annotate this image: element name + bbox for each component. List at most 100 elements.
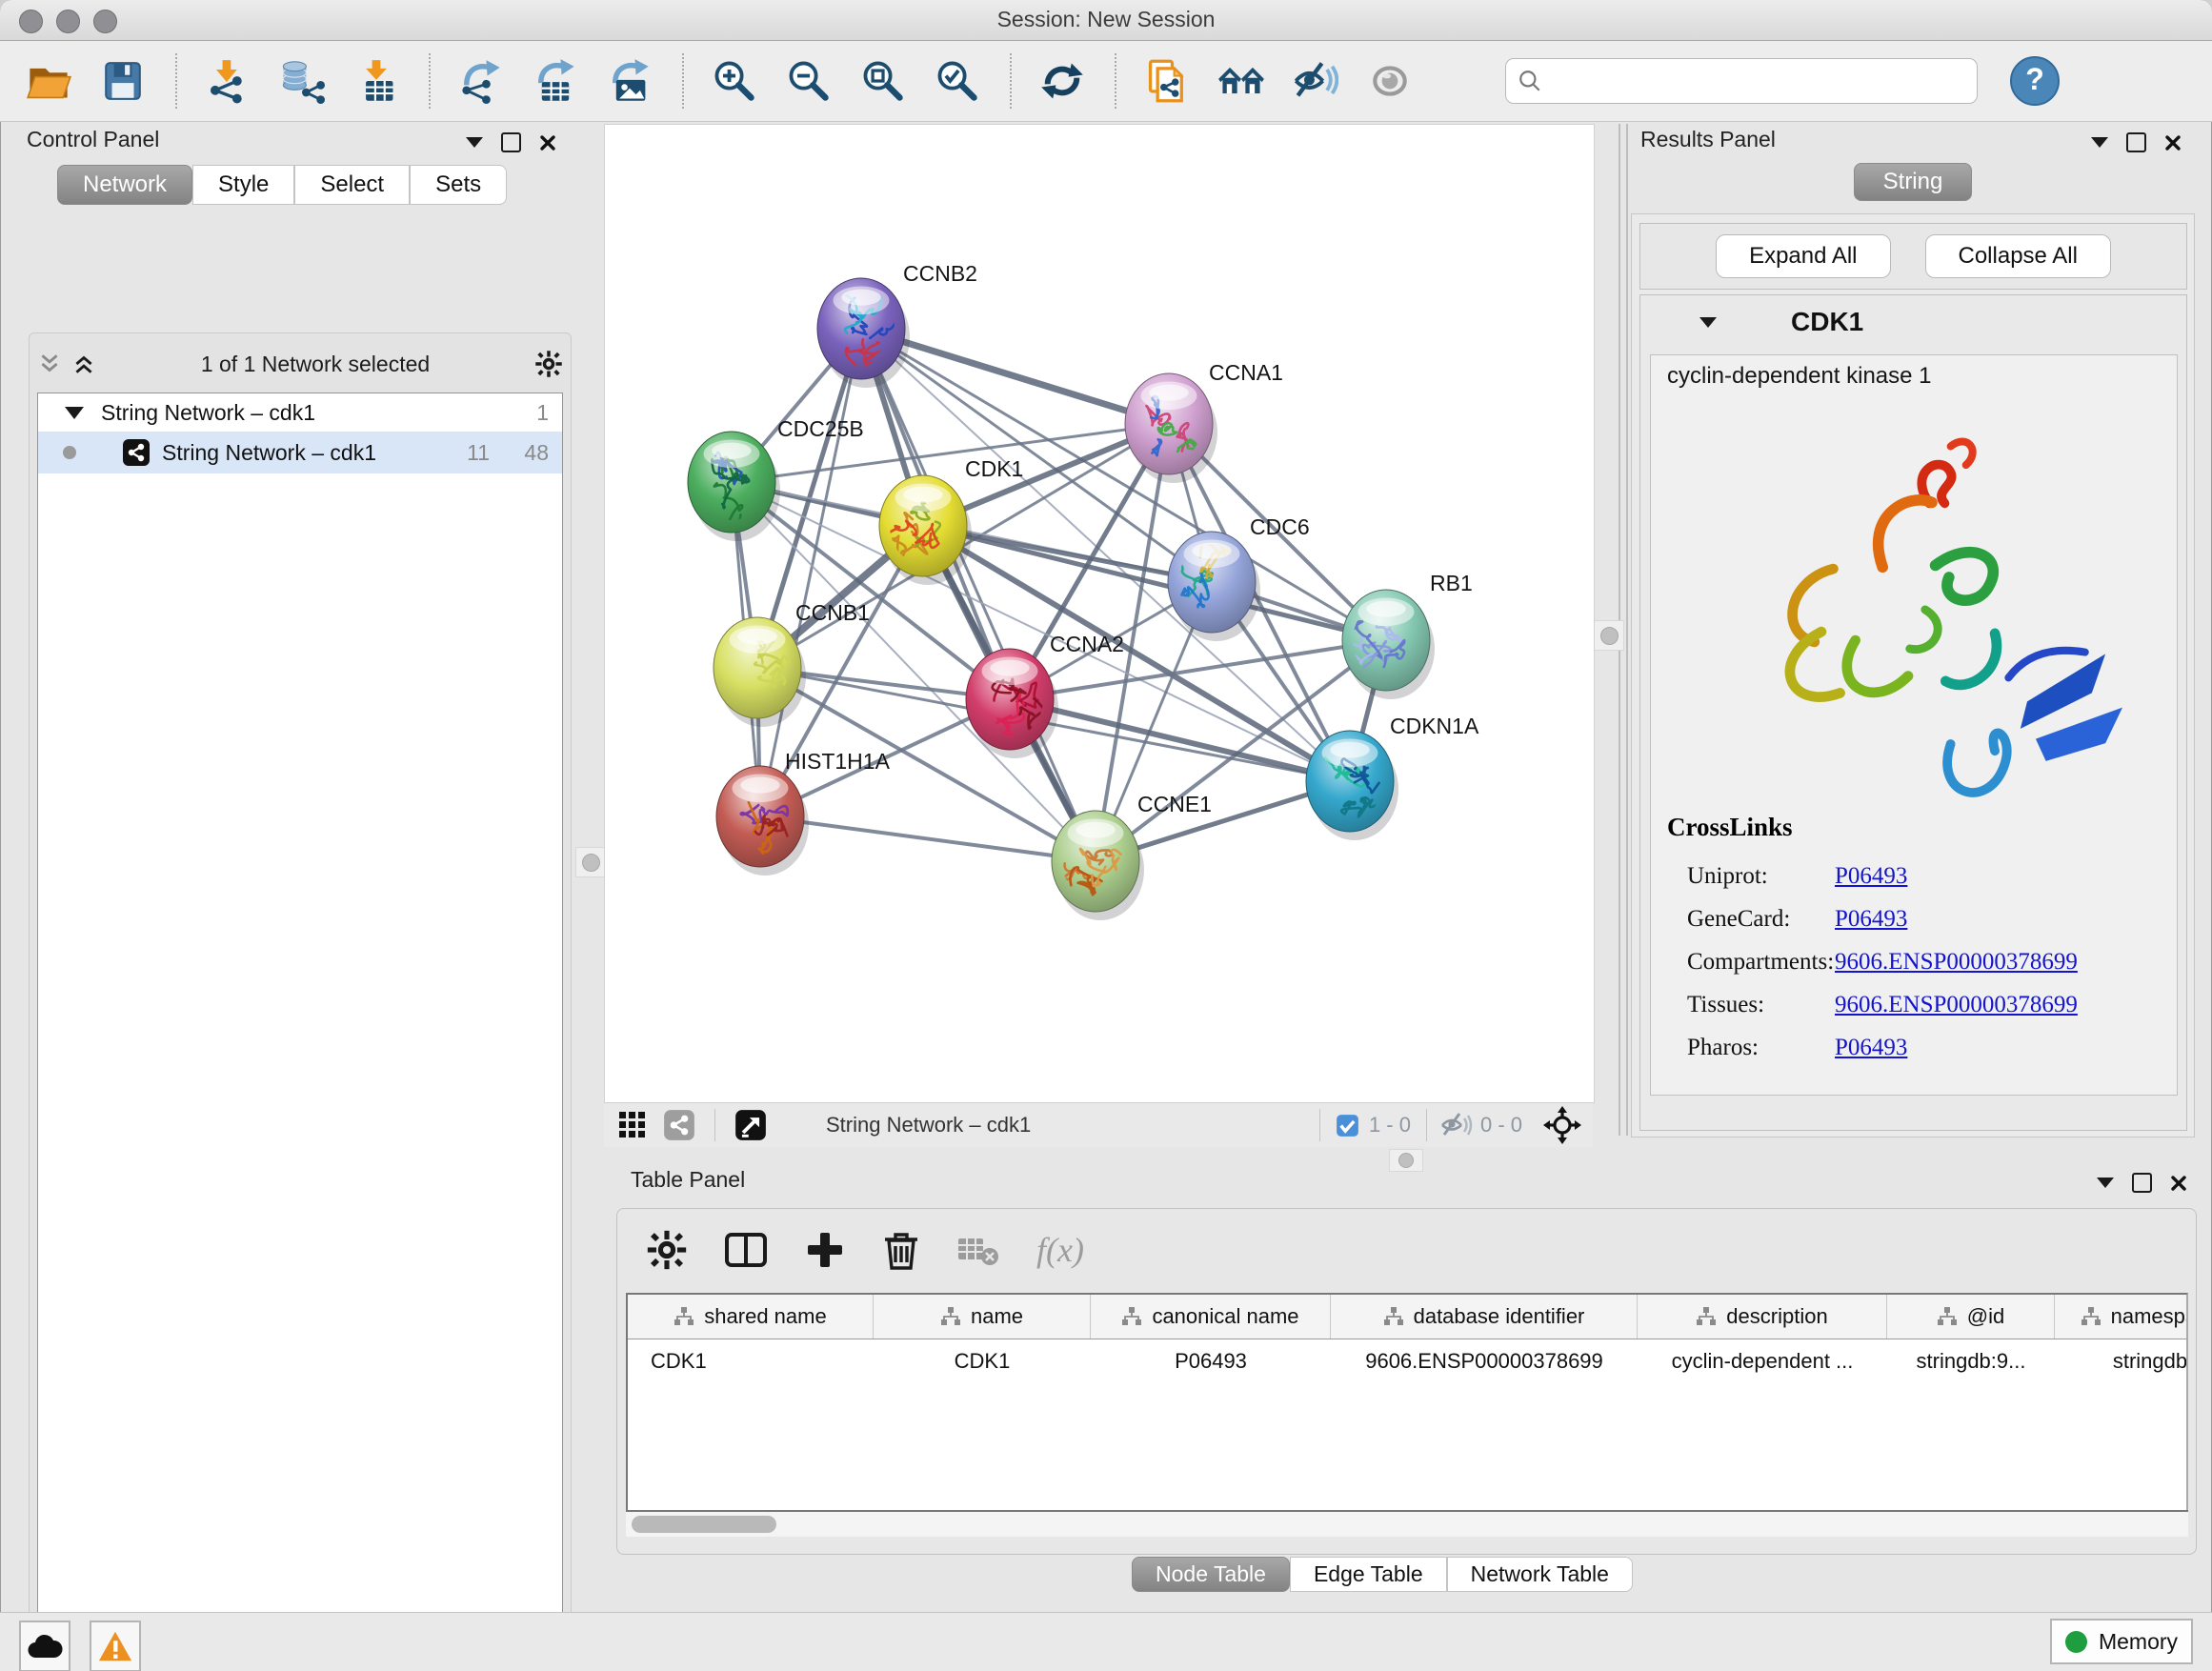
search-input[interactable]: [1550, 68, 1965, 94]
expand-all-button[interactable]: Expand All: [1716, 234, 1890, 278]
node-label-CDC6: CDC6: [1250, 514, 1310, 539]
node-label-CCNA2: CCNA2: [1050, 632, 1124, 656]
expand-all-icon[interactable]: [71, 352, 96, 376]
node-result-header[interactable]: CDK1: [1640, 295, 2186, 349]
column-header--id[interactable]: @id: [1887, 1295, 2055, 1339]
close-panel-icon[interactable]: [2164, 134, 2182, 151]
cloud-status-icon[interactable]: [19, 1621, 70, 1671]
scrollbar-thumb[interactable]: [632, 1516, 776, 1533]
apply-layout-icon[interactable]: [1038, 57, 1086, 105]
column-header-shared-name[interactable]: shared name: [628, 1295, 874, 1339]
crosslink-link[interactable]: 9606.ENSP00000378699: [1835, 949, 2078, 976]
hidden-eye-icon[interactable]: [1440, 1111, 1473, 1139]
selected-checkbox-icon[interactable]: [1336, 1114, 1359, 1137]
crosslink-link[interactable]: P06493: [1835, 1035, 1907, 1061]
network-edge-CCNA2-CDKN1A[interactable]: [1010, 699, 1350, 781]
export-table-icon[interactable]: [532, 57, 579, 105]
tab-select[interactable]: Select: [294, 165, 410, 205]
fit-selected-crosshair-icon[interactable]: [1543, 1106, 1581, 1144]
column-header-name[interactable]: name: [874, 1295, 1091, 1339]
crosslink-link[interactable]: P06493: [1835, 863, 1907, 890]
left-splitter-handle[interactable]: [575, 847, 606, 877]
hide-selected-icon[interactable]: [1292, 57, 1339, 105]
close-panel-icon[interactable]: [2170, 1175, 2187, 1192]
network-edge-HIST1H1A-CCNE1[interactable]: [760, 816, 1096, 861]
import-table-file-icon[interactable]: [352, 57, 400, 105]
grid-view-icon[interactable]: [617, 1110, 648, 1140]
crosslink-label: Compartments:: [1687, 949, 1835, 976]
zoom-fit-icon[interactable]: [859, 57, 907, 105]
network-node-CCNB2[interactable]: CCNB2: [817, 261, 977, 388]
network-tree: String Network – cdk1 1 String Network –…: [37, 393, 563, 1671]
close-panel-icon[interactable]: [539, 134, 556, 151]
zoom-in-icon[interactable]: [711, 57, 758, 105]
zoom-out-icon[interactable]: [785, 57, 833, 105]
save-session-icon[interactable]: [99, 57, 147, 105]
tab-string[interactable]: String: [1854, 163, 1973, 201]
network-list-panel: 1 of 1 Network selected String Network –…: [29, 332, 572, 1671]
network-view-icon[interactable]: [663, 1109, 695, 1141]
table-row[interactable]: CDK1CDK1P064939606.ENSP00000378699cyclin…: [628, 1339, 2186, 1383]
float-panel-icon[interactable]: [2132, 1173, 2152, 1193]
new-network-from-selection-icon[interactable]: [1143, 57, 1191, 105]
import-network-file-icon[interactable]: [204, 57, 251, 105]
tab-style[interactable]: Style: [192, 165, 294, 205]
network-node-CCNE1[interactable]: CCNE1: [1052, 792, 1212, 920]
float-panel-icon[interactable]: [501, 132, 521, 152]
open-session-icon[interactable]: [25, 57, 72, 105]
collapse-arrow-icon[interactable]: [65, 407, 84, 419]
tree-row-collection[interactable]: String Network – cdk1 1: [38, 393, 562, 432]
memory-button[interactable]: Memory: [2050, 1619, 2193, 1664]
network-node-CDK1[interactable]: CDK1: [871, 456, 1023, 585]
birdseye-view-icon[interactable]: [734, 1109, 767, 1141]
right-splitter-handle[interactable]: [1594, 620, 1624, 651]
network-node-RB1[interactable]: RB1: [1339, 571, 1472, 699]
crosslink-link[interactable]: 9606.ENSP00000378699: [1835, 992, 2078, 1018]
collapse-all-button[interactable]: Collapse All: [1925, 234, 2111, 278]
tab-network[interactable]: Network: [57, 165, 192, 205]
collapse-all-icon[interactable]: [37, 352, 62, 376]
tab-edge-table[interactable]: Edge Table: [1290, 1557, 1447, 1592]
float-panel-icon[interactable]: [2126, 132, 2146, 152]
export-image-icon[interactable]: [606, 57, 654, 105]
network-node-CDC25B[interactable]: CDC25B: [688, 416, 864, 541]
network-edge-CCNB2-CCNE1[interactable]: [861, 329, 1096, 861]
delete-column-trash-icon[interactable]: [882, 1229, 920, 1271]
network-node-HIST1H1A[interactable]: HIST1H1A: [716, 749, 891, 876]
network-node-CDC6[interactable]: CDC6: [1168, 514, 1310, 641]
column-header-label: shared name: [704, 1304, 826, 1329]
first-neighbors-icon[interactable]: [1217, 57, 1265, 105]
tree-row-network[interactable]: String Network – cdk1 11 48: [38, 432, 562, 473]
column-header-description[interactable]: description: [1638, 1295, 1887, 1339]
table-horizontal-scrollbar[interactable]: [626, 1510, 2188, 1537]
node-count: 11: [467, 440, 490, 466]
column-header-database-identifier[interactable]: database identifier: [1331, 1295, 1638, 1339]
network-canvas[interactable]: CCNB2CCNA1CDC25BCDK1CDC6RB1CCNB1CCNA2CDK…: [604, 124, 1595, 1103]
column-tree-icon: [940, 1307, 961, 1326]
warning-status-icon[interactable]: [90, 1621, 141, 1671]
tab-node-table[interactable]: Node Table: [1132, 1557, 1290, 1592]
network-node-CCNA1[interactable]: CCNA1: [1125, 360, 1283, 483]
table-settings-gear-icon[interactable]: [646, 1229, 688, 1271]
panel-menu-icon[interactable]: [466, 137, 483, 148]
collapse-section-icon[interactable]: [1699, 317, 1717, 328]
create-column-plus-icon[interactable]: [804, 1229, 846, 1271]
show-columns-icon[interactable]: [724, 1229, 768, 1271]
panel-menu-icon[interactable]: [2097, 1178, 2114, 1188]
tab-network-table[interactable]: Network Table: [1447, 1557, 1633, 1592]
export-network-icon[interactable]: [457, 57, 505, 105]
column-header-namespace[interactable]: namespace: [2055, 1295, 2188, 1339]
import-network-database-icon[interactable]: [278, 57, 326, 105]
zoom-selected-icon[interactable]: [934, 57, 981, 105]
column-header-canonical-name[interactable]: canonical name: [1091, 1295, 1331, 1339]
help-icon[interactable]: ?: [2010, 56, 2060, 106]
gear-icon[interactable]: [534, 350, 563, 378]
crosslink-label: Tissues:: [1687, 992, 1835, 1018]
network-edge-CDK1-RB1[interactable]: [923, 526, 1386, 640]
tab-sets[interactable]: Sets: [410, 165, 507, 205]
show-all-icon[interactable]: [1366, 57, 1414, 105]
crosslink-link[interactable]: P06493: [1835, 906, 1907, 933]
panel-menu-icon[interactable]: [2091, 137, 2108, 148]
network-node-CDKN1A[interactable]: CDKN1A: [1306, 714, 1479, 840]
column-tree-icon: [1937, 1307, 1958, 1326]
